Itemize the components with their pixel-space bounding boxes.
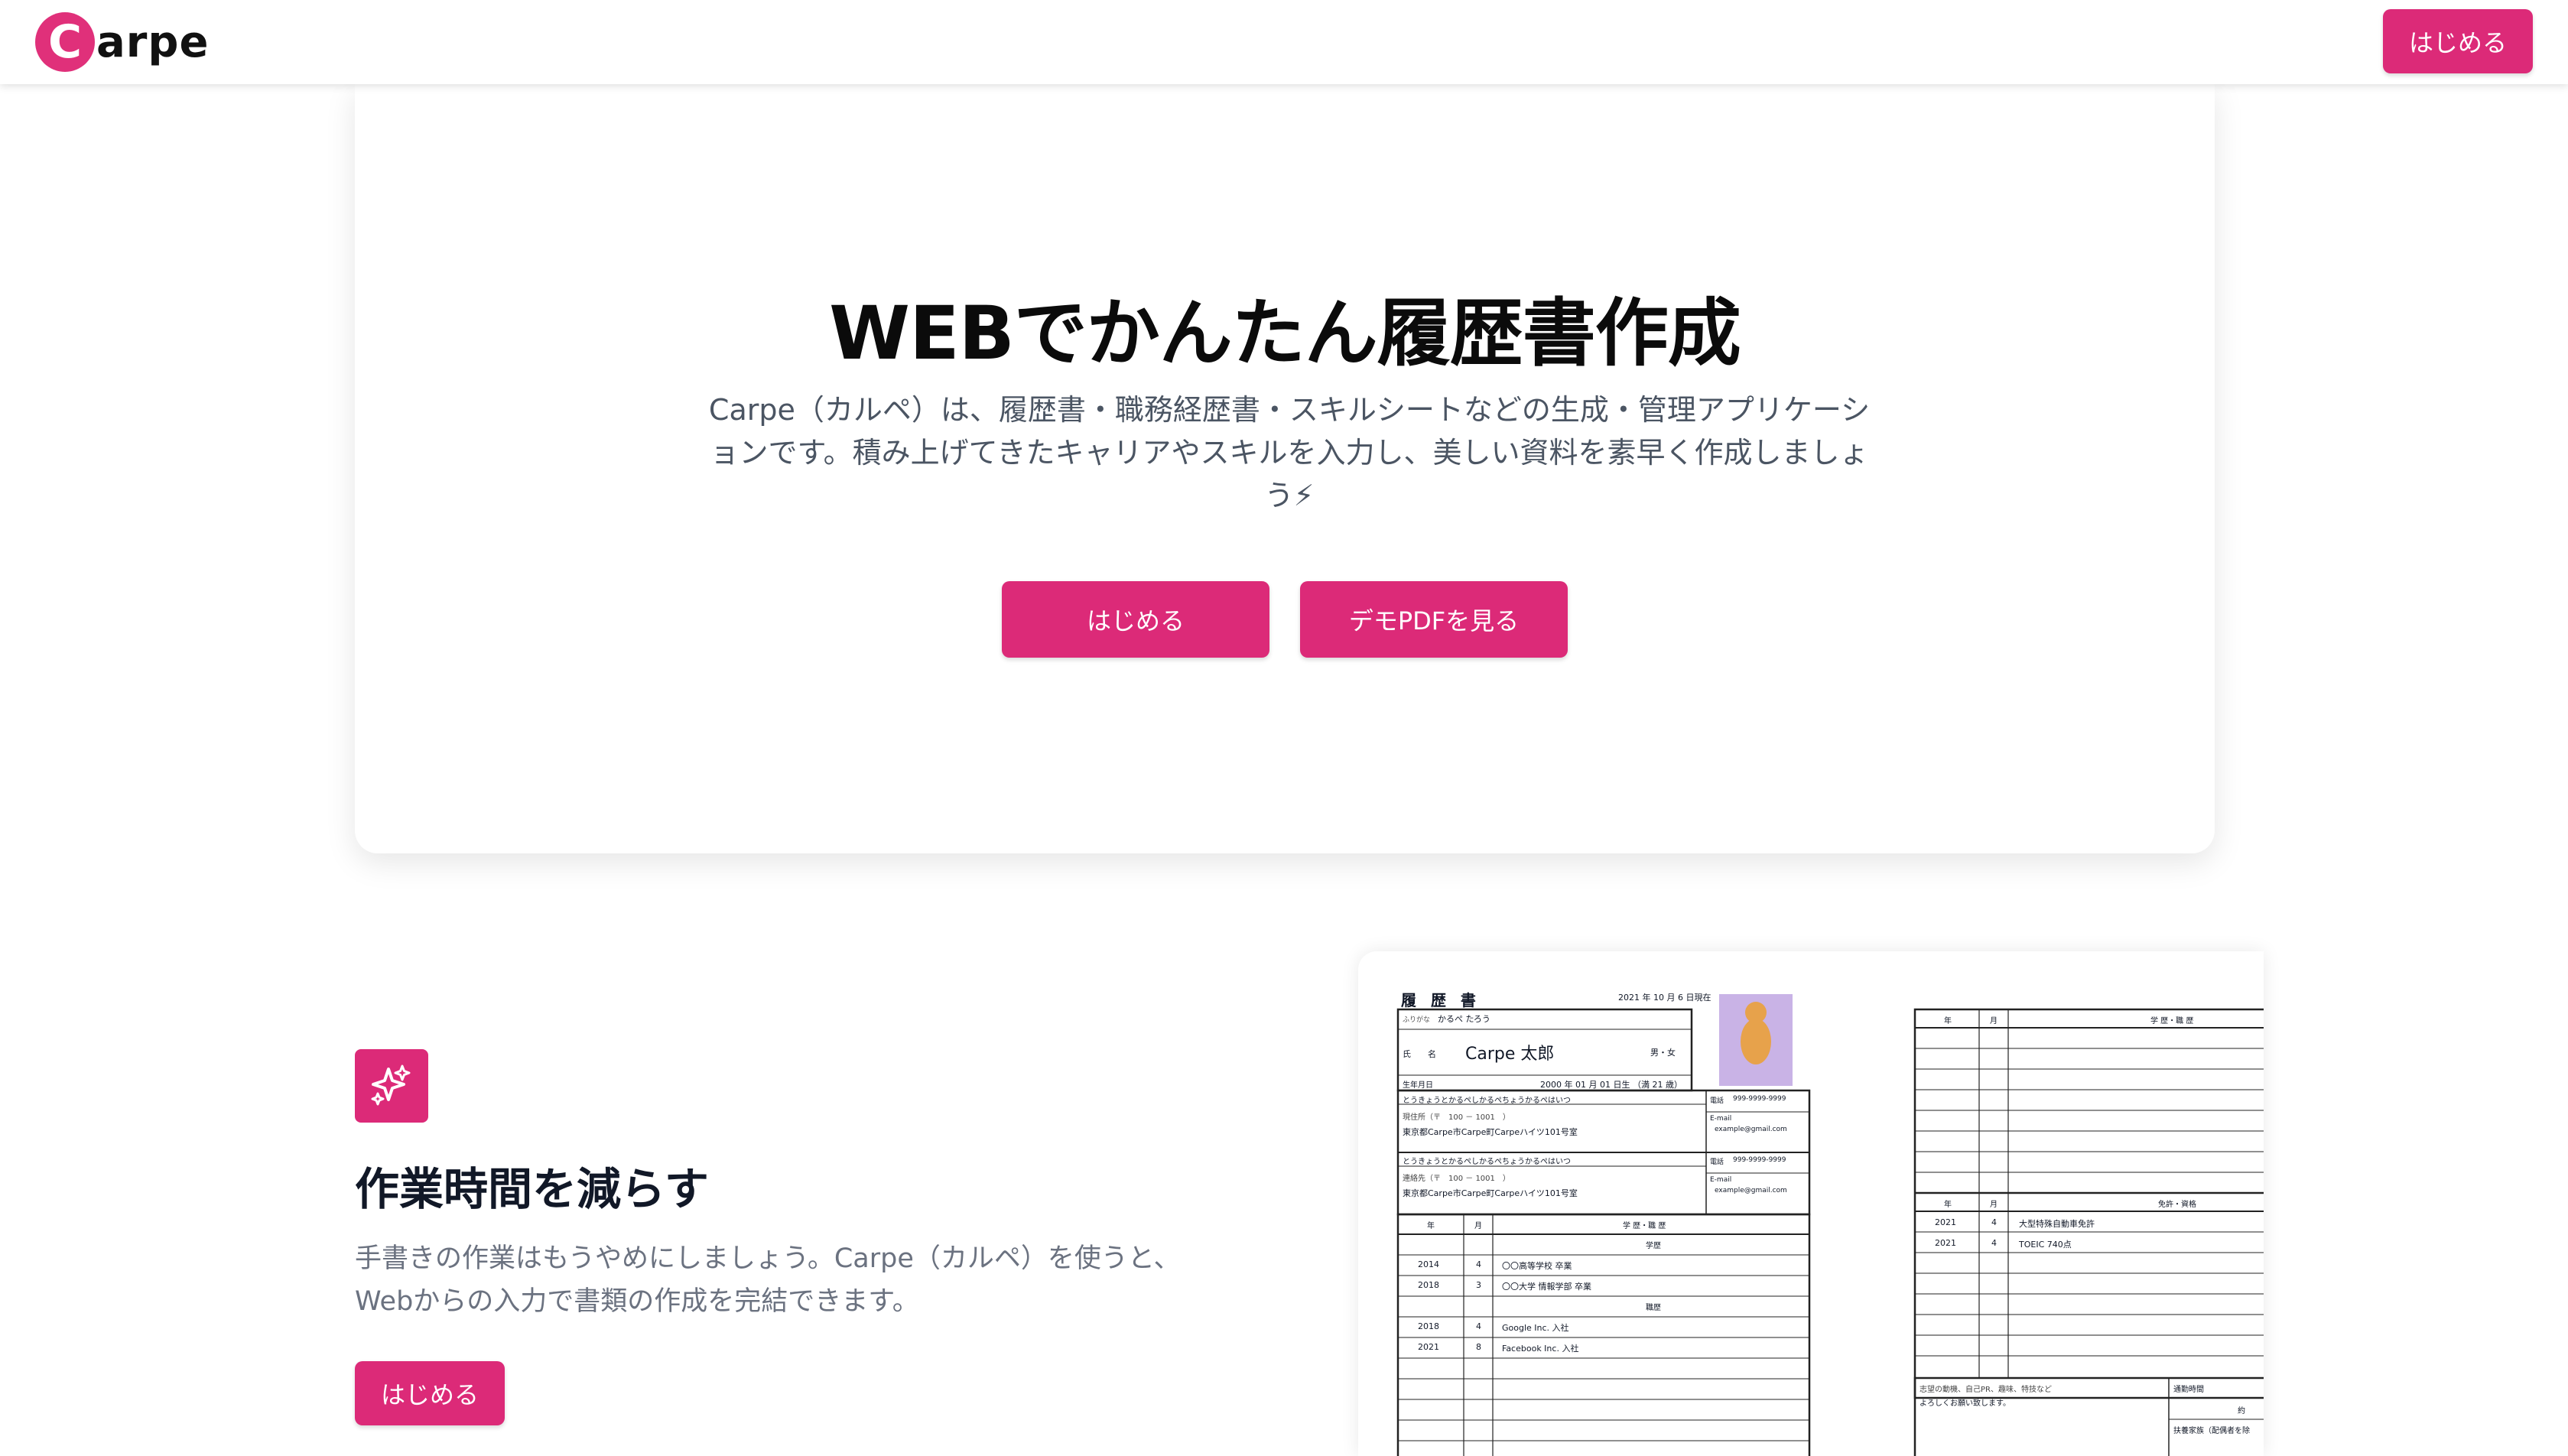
resume-name: Carpe 太郎 <box>1465 1045 1555 1064</box>
sparkles-icon <box>355 1049 428 1123</box>
license-month: 4 <box>1991 1217 1997 1227</box>
feature-title: 作業時間を減らす <box>355 1163 709 1215</box>
license-year: 2021 <box>1935 1238 1956 1248</box>
col-year: 年 <box>1944 1017 1952 1025</box>
history-text: Google Inc. 入社 <box>1502 1323 1569 1333</box>
col-month: 月 <box>1474 1222 1482 1230</box>
resume-preview-sheet <box>1396 994 2264 1456</box>
email-value: example@gmail.com <box>1715 1126 1787 1133</box>
photo <box>1719 994 1793 1086</box>
address-furigana: とうきょうとかるぺしかるぺちょうかるぺはいつ <box>1403 1158 1571 1166</box>
col-month: 月 <box>1990 1017 1998 1025</box>
feature-start-button[interactable]: はじめる <box>355 1361 505 1425</box>
dependents-label: 扶養家族（配偶者を除 <box>2173 1427 2250 1435</box>
col-month: 月 <box>1990 1201 1998 1209</box>
address-label: 現住所（〒 100 － 1001 ） <box>1403 1113 1510 1122</box>
furigana-value: かるぺ たろう <box>1438 1014 1490 1024</box>
resume-preview: 履 歴 書 2021 年 10 月 6 日現在 ふりがな かるぺ たろう 氏 名… <box>1358 951 2264 1456</box>
history-year: 2014 <box>1418 1259 1439 1269</box>
col-year: 年 <box>1427 1222 1435 1230</box>
logo-mark: C <box>35 12 95 72</box>
feature-description: 手書きの作業はもうやめにしましょう。Carpe（カルペ）を使うと、 Webからの… <box>355 1237 1273 1323</box>
motivation-text: よろしくお願い致します。 <box>1919 1399 2011 1408</box>
history-text: 〇〇大学 情報学部 卒業 <box>1502 1282 1591 1292</box>
license-year: 2021 <box>1935 1217 1956 1227</box>
col-year: 年 <box>1944 1201 1952 1209</box>
col-history: 学 歴・職 歴 <box>2150 1017 2194 1025</box>
feature-description-line: 手書きの作業はもうやめにしましょう。Carpe（カルペ）を使うと、 <box>355 1243 1181 1274</box>
history-year: 2021 <box>1418 1342 1439 1352</box>
license-header: 免許・資格 <box>2158 1201 2196 1209</box>
contact-tel: 999-9999-9999 <box>1733 1156 1786 1164</box>
email-label: E-mail <box>1710 1115 1732 1123</box>
logo-text: arpe <box>96 17 210 67</box>
commute-value: 約 <box>2238 1407 2245 1415</box>
tel-label: 電話 <box>1710 1097 1724 1105</box>
hero-card: WEBでかんたん履歴書作成 Carpe（カルペ）は、履歴書・職務経歴書・スキルシ… <box>355 84 2215 853</box>
history-month: 4 <box>1476 1259 1481 1269</box>
address-furigana: とうきょうとかるぺしかるぺちょうかるぺはいつ <box>1403 1097 1571 1105</box>
commute-label: 通勤時間 <box>2173 1386 2204 1394</box>
header-start-button[interactable]: はじめる <box>2383 9 2533 73</box>
license-month: 4 <box>1991 1238 1997 1248</box>
birth-value: 2000 年 01 月 01 日生 （満 21 歳） <box>1540 1080 1682 1090</box>
logo[interactable]: C arpe <box>35 11 209 73</box>
contact-email: example@gmail.com <box>1715 1187 1787 1194</box>
hero-description: Carpe（カルペ）は、履歴書・職務経歴書・スキルシートなどの生成・管理アプリケ… <box>708 393 1871 512</box>
contact-email-label: E-mail <box>1710 1176 1732 1184</box>
site-header: C arpe はじめる <box>0 0 2568 84</box>
history-year: 2018 <box>1418 1321 1439 1331</box>
work-header: 職歴 <box>1646 1304 1661 1312</box>
history-month: 4 <box>1476 1321 1481 1331</box>
hero-start-button[interactable]: はじめる <box>1002 581 1269 658</box>
contact-tel-label: 電話 <box>1710 1159 1724 1166</box>
gender: 男・女 <box>1650 1048 1676 1058</box>
license-text: TOEIC 740点 <box>2019 1240 2072 1250</box>
furigana-label: ふりがな <box>1403 1016 1431 1024</box>
contact-label: 連絡先（〒 100 － 1001 ） <box>1403 1175 1510 1183</box>
address-value: 東京都Carpe市Carpe町Carpeハイツ101号室 <box>1403 1127 1578 1137</box>
license-text: 大型特殊自動車免許 <box>2019 1219 2095 1229</box>
demo-pdf-button[interactable]: デモPDFを見る <box>1300 581 1568 658</box>
history-year: 2018 <box>1418 1280 1439 1290</box>
birth-label: 生年月日 <box>1403 1081 1433 1090</box>
resume-date: 2021 年 10 月 6 日現在 <box>1618 993 1711 1003</box>
col-history: 学 歴・職 歴 <box>1623 1222 1666 1230</box>
history-month: 3 <box>1476 1280 1481 1290</box>
motivation-label: 志望の動機、自己PR、趣味、特技など <box>1919 1386 2052 1394</box>
hero-title: WEBでかんたん履歴書作成 <box>829 291 1741 376</box>
tel-value: 999-9999-9999 <box>1733 1095 1786 1103</box>
feature-description-line: Webからの入力で書類の作成を完結できます。 <box>355 1286 919 1317</box>
name-label: 氏 名 <box>1403 1049 1436 1059</box>
history-text: 〇〇高等学校 卒業 <box>1502 1261 1572 1271</box>
resume-heading: 履 歴 書 <box>1401 991 1481 1009</box>
history-text: Facebook Inc. 入社 <box>1502 1344 1579 1354</box>
contact-address: 東京都Carpe市Carpe町Carpeハイツ101号室 <box>1403 1188 1578 1198</box>
education-header: 学歴 <box>1646 1242 1661 1250</box>
history-month: 8 <box>1476 1342 1481 1352</box>
